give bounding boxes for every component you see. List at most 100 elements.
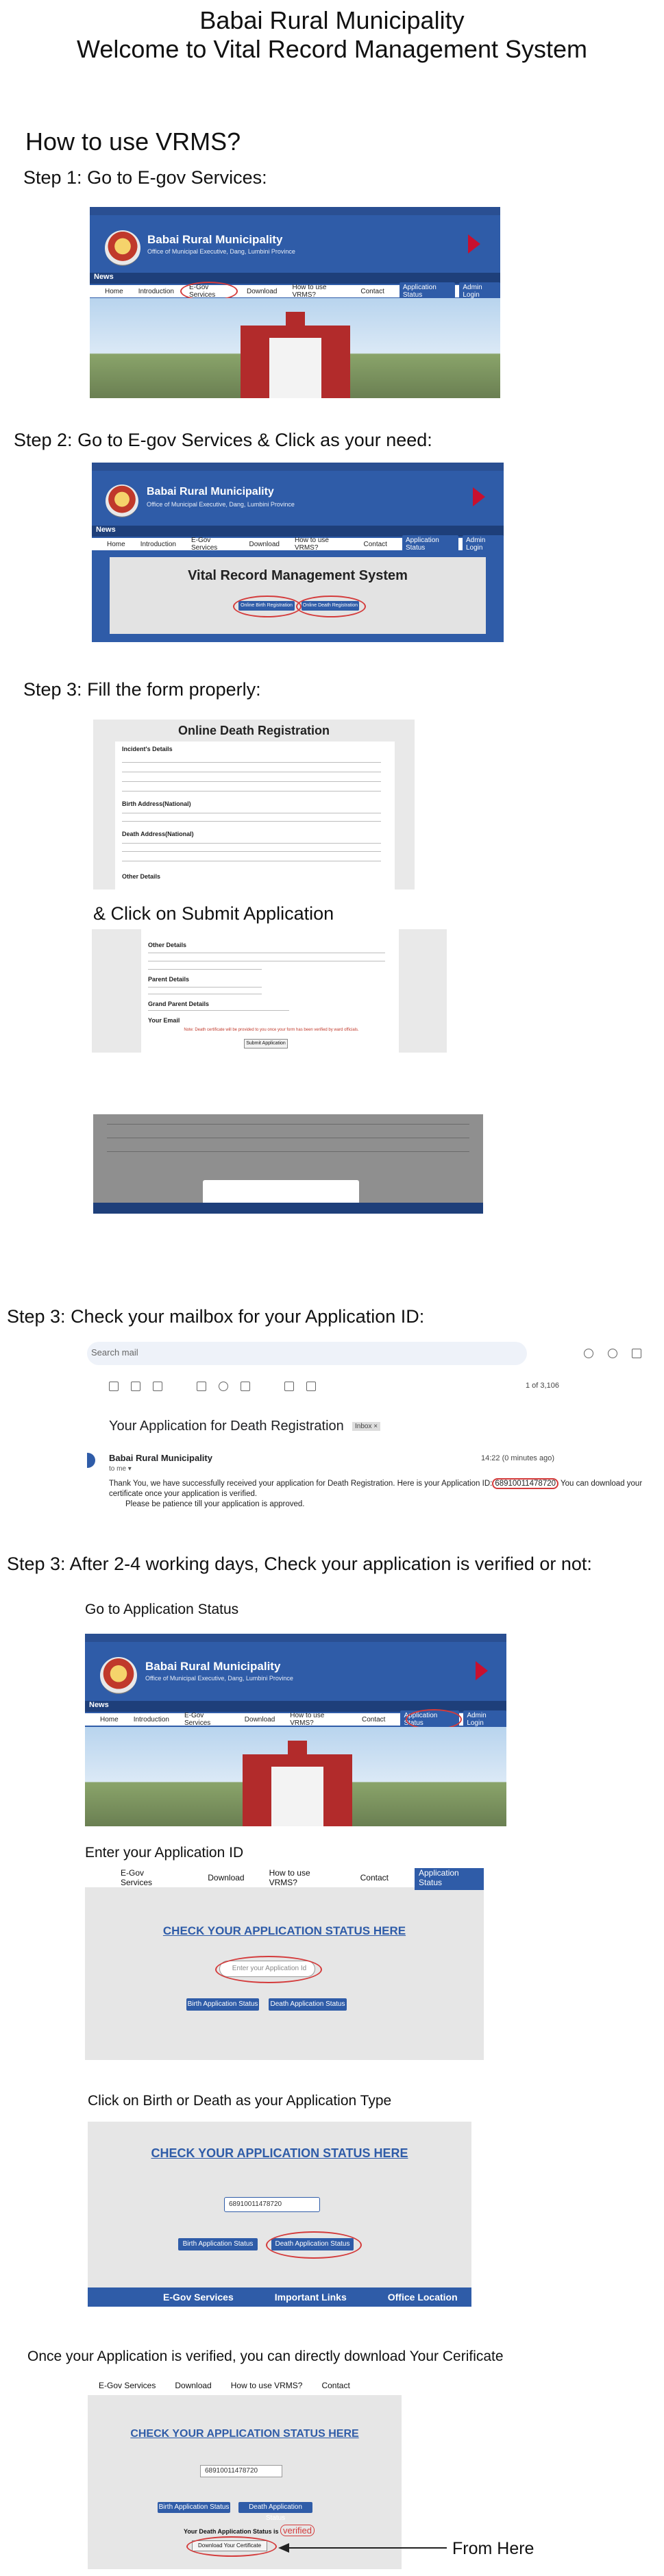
label-icon[interactable] xyxy=(306,1382,316,1391)
highlight-death-circle xyxy=(296,596,366,617)
inbox-tag[interactable]: Inbox × xyxy=(352,1422,381,1431)
application-id: 68910011478720 xyxy=(492,1478,559,1489)
nav-home[interactable]: Home xyxy=(105,288,123,295)
screenshot-status-page: E-Gov Services Download How to use VRMS?… xyxy=(85,1868,484,2060)
go-status-label: Go to Application Status xyxy=(85,1602,239,1617)
step-1-label: Step 1: Go to E-gov Services: xyxy=(23,167,267,188)
birth-status-button[interactable]: Birth Application Status xyxy=(186,1998,259,2011)
help-icon[interactable] xyxy=(584,1349,593,1358)
birth-status-button[interactable]: Birth Application Status xyxy=(178,2238,258,2250)
nav-introduction[interactable]: Introduction xyxy=(140,541,176,548)
death-form-title: Online Death Registration xyxy=(177,724,330,737)
hero-image xyxy=(90,298,500,398)
click-type-label: Click on Birth or Death as your Applicat… xyxy=(88,2093,392,2109)
death-status-button[interactable]: Death Application Status xyxy=(269,1998,347,2011)
application-id-filled[interactable]: 68910011478720 xyxy=(224,2197,320,2212)
screenshot-status-type: CHECK YOUR APPLICATION STATUS HERE 68910… xyxy=(88,2122,471,2307)
nav-introduction[interactable]: Introduction xyxy=(138,288,174,295)
email-body-3: Please be patience till your application… xyxy=(125,1500,305,1508)
nepal-flag-icon xyxy=(468,234,480,254)
nav-contact[interactable]: Contact xyxy=(363,541,386,548)
application-id-filled[interactable]: 68910011478720 xyxy=(200,2465,282,2477)
email-body: Thank You, we have successfully received… xyxy=(109,1478,657,1510)
nav-application-status[interactable]: Application Status xyxy=(415,1868,484,1890)
nav-egov[interactable]: E-Gov Services xyxy=(191,537,234,552)
back-icon[interactable] xyxy=(109,1382,119,1391)
nav-contact[interactable]: Contact xyxy=(360,1873,389,1882)
nav-howto[interactable]: How to use VRMS? xyxy=(290,1712,347,1727)
arrow-graphic xyxy=(278,2543,447,2553)
municipality-emblem-icon xyxy=(100,1657,137,1694)
nav-egov[interactable]: E-Gov Services xyxy=(184,1712,230,1727)
archive-icon[interactable] xyxy=(131,1382,140,1391)
nav-download[interactable]: Download xyxy=(249,541,279,548)
nav-contact[interactable]: Contact xyxy=(321,2381,349,2390)
nav-howto[interactable]: How to use VRMS? xyxy=(295,537,349,552)
highlight-birth-circle xyxy=(233,596,302,617)
nav-download[interactable]: Download xyxy=(208,1873,244,1882)
nepal-flag-icon xyxy=(476,1661,488,1680)
delete-icon[interactable] xyxy=(153,1382,162,1391)
gmail-search-input[interactable]: Search mail xyxy=(91,1347,138,1358)
nav-home[interactable]: Home xyxy=(107,541,125,548)
step-5-label: Step 3: After 2-4 working days, Check yo… xyxy=(7,1554,592,1574)
status-heading: CHECK YOUR APPLICATION STATUS HERE xyxy=(151,2146,408,2160)
nav-howto[interactable]: How to use VRMS? xyxy=(269,1868,336,1887)
vrms-panel: Vital Record Management System Online Bi… xyxy=(110,557,486,634)
sender-name: Babai Rural Municipality xyxy=(109,1453,212,1463)
nav-howto[interactable]: How to use VRMS? xyxy=(292,284,345,299)
nav-egov[interactable]: E-Gov Services xyxy=(121,1868,173,1887)
section-other-details-2: Other Details xyxy=(148,942,187,948)
nav-contact[interactable]: Contact xyxy=(362,1716,385,1724)
verified-status: verified xyxy=(280,2525,315,2536)
nav-download[interactable]: Download xyxy=(245,1716,275,1724)
verified-label: Your Death Application Status is xyxy=(184,2528,279,2535)
nepal-flag-icon xyxy=(473,487,485,506)
settings-icon[interactable] xyxy=(608,1349,617,1358)
enter-id-label: Enter your Application ID xyxy=(85,1845,244,1861)
nav-admin-login[interactable]: Admin Login xyxy=(462,535,504,553)
municipality-emblem-icon xyxy=(106,484,138,517)
sender-avatar xyxy=(87,1453,95,1468)
site-nav: Home Introduction E-Gov Services Downloa… xyxy=(90,282,500,300)
step-2-label: Step 2: Go to E-gov Services & Click as … xyxy=(14,430,432,450)
highlight-download-circle xyxy=(186,2536,277,2557)
death-status-button[interactable]: Death Application Status xyxy=(238,2502,312,2522)
nav-contact[interactable]: Contact xyxy=(360,288,384,295)
nav-howto[interactable]: How to use VRMS? xyxy=(231,2381,303,2390)
nav-download[interactable]: Download xyxy=(175,2381,211,2390)
screenshot-submit-dialog: OK xyxy=(93,1114,483,1214)
site-subtitle: Office of Municipal Executive, Dang, Lum… xyxy=(145,1675,293,1682)
nav-application-status[interactable]: Application Status xyxy=(402,535,458,553)
from-here-label: From Here xyxy=(452,2539,534,2558)
footer-location: Office Location xyxy=(387,2292,458,2303)
step-3-label: Step 3: Fill the form properly: xyxy=(23,679,261,700)
nav-home[interactable]: Home xyxy=(100,1716,119,1724)
screenshot-death-form: Online Death Registration Incident's Det… xyxy=(93,720,415,890)
section-grand-parent: Grand Parent Details xyxy=(148,1001,210,1007)
nav-download[interactable]: Download xyxy=(247,288,277,295)
birth-status-button[interactable]: Birth Application Status xyxy=(158,2502,230,2513)
municipality-title: Babai Rural Municipality xyxy=(199,6,465,34)
nav-egov[interactable]: E-Gov Services xyxy=(99,2381,156,2390)
apps-grid-icon[interactable] xyxy=(632,1349,641,1358)
nav-introduction[interactable]: Introduction xyxy=(134,1716,169,1724)
email-subject: Your Application for Death Registration xyxy=(109,1419,344,1434)
welcome-title: Welcome to Vital Record Management Syste… xyxy=(77,35,587,63)
screenshot-gmail: Search mail 1 of 3,106 Your Application … xyxy=(87,1342,664,1534)
step-4-label: Step 3: Check your mailbox for your Appl… xyxy=(7,1306,425,1327)
task-icon[interactable] xyxy=(241,1382,250,1391)
screenshot-egov-page: Babai Rural Municipality Office of Munic… xyxy=(92,463,504,642)
recipient[interactable]: to me ▾ xyxy=(109,1465,132,1473)
form-paper-2: Other Details Parent Details Grand Paren… xyxy=(141,929,399,1053)
snooze-icon[interactable] xyxy=(219,1382,228,1391)
move-icon[interactable] xyxy=(284,1382,294,1391)
submit-application-button[interactable]: Submit Application xyxy=(244,1039,288,1048)
mark-unread-icon[interactable] xyxy=(197,1382,206,1391)
screenshot-homepage-status: Babai Rural Municipality Office of Munic… xyxy=(85,1634,506,1826)
email-label: Your Email xyxy=(148,1017,180,1024)
section-death-address: Death Address(National) xyxy=(122,831,194,837)
gmail-search-bar[interactable]: Search mail xyxy=(87,1342,527,1365)
nav-admin-login[interactable]: Admin Login xyxy=(463,1710,506,1728)
download-note: Once your Application is verified, you c… xyxy=(27,2348,504,2364)
